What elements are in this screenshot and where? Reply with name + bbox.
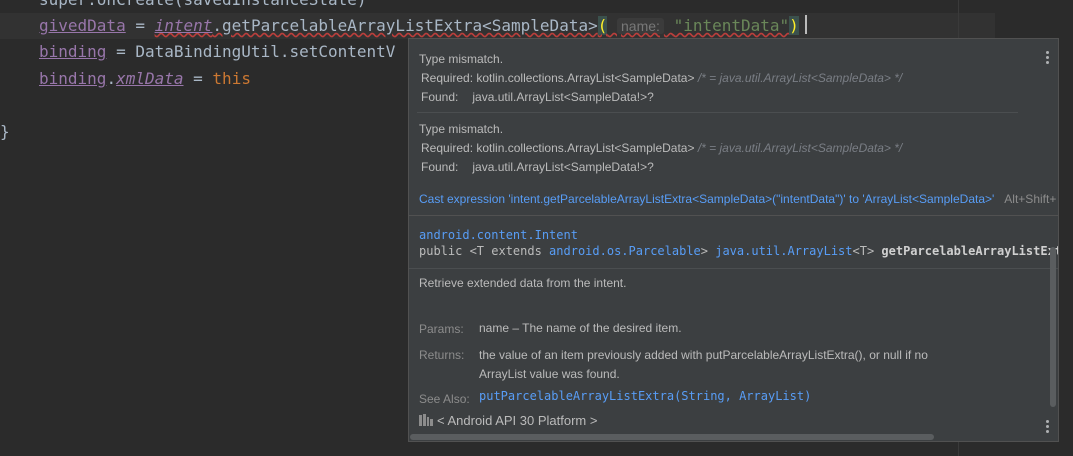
gived-data-variable[interactable]: givedData: [39, 16, 126, 35]
doc-class-name[interactable]: android.content.Intent: [419, 228, 578, 242]
sig-method: getParcelableArrayListExtra(: [881, 244, 1058, 258]
intent-reference[interactable]: intent: [155, 16, 213, 35]
sig-t: <T>: [852, 244, 882, 258]
sig-gt: >: [700, 244, 716, 258]
cast-expression-quickfix[interactable]: Cast expression 'intent.getParcelableArr…: [419, 192, 994, 206]
returns-label: Returns:: [419, 348, 465, 362]
error-separator: [417, 112, 1018, 113]
params-label: Params:: [419, 322, 464, 336]
error-tooltip-popup[interactable]: Type mismatch. Required: kotlin.collecti…: [408, 38, 1059, 442]
returns-line1: the value of an item previously added wi…: [479, 348, 928, 362]
assign-operator-2: =: [183, 69, 213, 88]
error2-found: Found: java.util.ArrayList<SampleData!>?: [421, 160, 654, 174]
error1-required: Required: kotlin.collections.ArrayList<S…: [421, 71, 902, 85]
error2-title: Type mismatch.: [419, 122, 504, 136]
binding-assignment: = DataBindingUtil.setContentV: [106, 42, 396, 61]
doc-more-actions-icon[interactable]: [1045, 420, 1049, 434]
doc-body-separator: [409, 268, 1058, 269]
assign-operator: =: [125, 16, 155, 35]
error2-required-comment: /* = java.util.ArrayList<SampleData> */: [697, 141, 903, 155]
error1-required-label: Required:: [421, 71, 474, 85]
error1-required-value: kotlin.collections.ArrayList<SampleData>: [476, 71, 695, 85]
sig-public: public <T extends: [419, 244, 550, 258]
quickfix-row[interactable]: Cast expression 'intent.getParcelableArr…: [419, 192, 1056, 206]
code-line-closing-brace: }: [0, 122, 10, 141]
error1-found-label: Found:: [421, 90, 459, 104]
dot: .: [106, 69, 117, 88]
parameter-hint: name:: [617, 18, 664, 34]
library-name: < Android API 30 Platform >: [437, 413, 598, 428]
get-parcelable-call[interactable]: .getParcelableArrayListExtra<SampleData>: [212, 16, 597, 35]
doc-vertical-scrollbar[interactable]: [1050, 247, 1056, 407]
text-caret: [804, 15, 807, 34]
code-line-binding[interactable]: binding = DataBindingUtil.setContentV: [39, 39, 395, 65]
sig-arraylist-link[interactable]: java.util.ArrayList: [715, 244, 852, 258]
error2-found-label: Found:: [421, 160, 459, 174]
binding-variable-2[interactable]: binding: [39, 69, 106, 88]
error2-required: Required: kotlin.collections.ArrayList<S…: [421, 141, 902, 155]
code-line-gived-data[interactable]: givedData = intent.getParcelableArrayLis…: [39, 13, 807, 39]
sig-parcelable-link[interactable]: android.os.Parcelable: [549, 244, 701, 258]
doc-signature: public <T extends android.os.Parcelable>…: [419, 244, 1058, 258]
code-line-super-oncreate[interactable]: super.onCreate(savedInstanceState): [39, 0, 367, 13]
binding-variable[interactable]: binding: [39, 42, 106, 61]
see-also-link[interactable]: putParcelableArrayListExtra(String, Arra…: [479, 389, 811, 403]
error2-found-value: java.util.ArrayList<SampleData!>?: [472, 160, 654, 174]
open-paren: (: [597, 16, 608, 35]
error2-required-value: kotlin.collections.ArrayList<SampleData>: [476, 141, 695, 155]
doc-horizontal-scrollbar[interactable]: [410, 434, 934, 440]
error1-found: Found: java.util.ArrayList<SampleData!>?: [421, 90, 654, 104]
error1-title: Type mismatch.: [419, 52, 504, 66]
xml-data-property[interactable]: xmlData: [116, 69, 183, 88]
quickfix-shortcut: Alt+Shift+: [1004, 192, 1057, 206]
error1-found-value: java.util.ArrayList<SampleData!>?: [472, 90, 654, 104]
error1-required-comment: /* = java.util.ArrayList<SampleData> */: [697, 71, 903, 85]
intent-data-string[interactable]: "intentData": [674, 16, 790, 35]
returns-line2: ArrayList value was found.: [479, 367, 620, 381]
doc-separator: [409, 215, 1058, 216]
error2-required-label: Required:: [421, 141, 474, 155]
library-row: < Android API 30 Platform >: [419, 413, 597, 428]
doc-description: Retrieve extended data from the intent.: [419, 276, 627, 290]
this-keyword: this: [212, 69, 251, 88]
close-paren: ): [789, 16, 799, 35]
see-also-label: See Also:: [419, 392, 470, 406]
more-actions-icon[interactable]: [1045, 51, 1049, 65]
library-icon: [419, 414, 433, 426]
params-value: name – The name of the desired item.: [479, 321, 682, 335]
code-line-xml-data[interactable]: binding.xmlData = this: [39, 66, 251, 92]
